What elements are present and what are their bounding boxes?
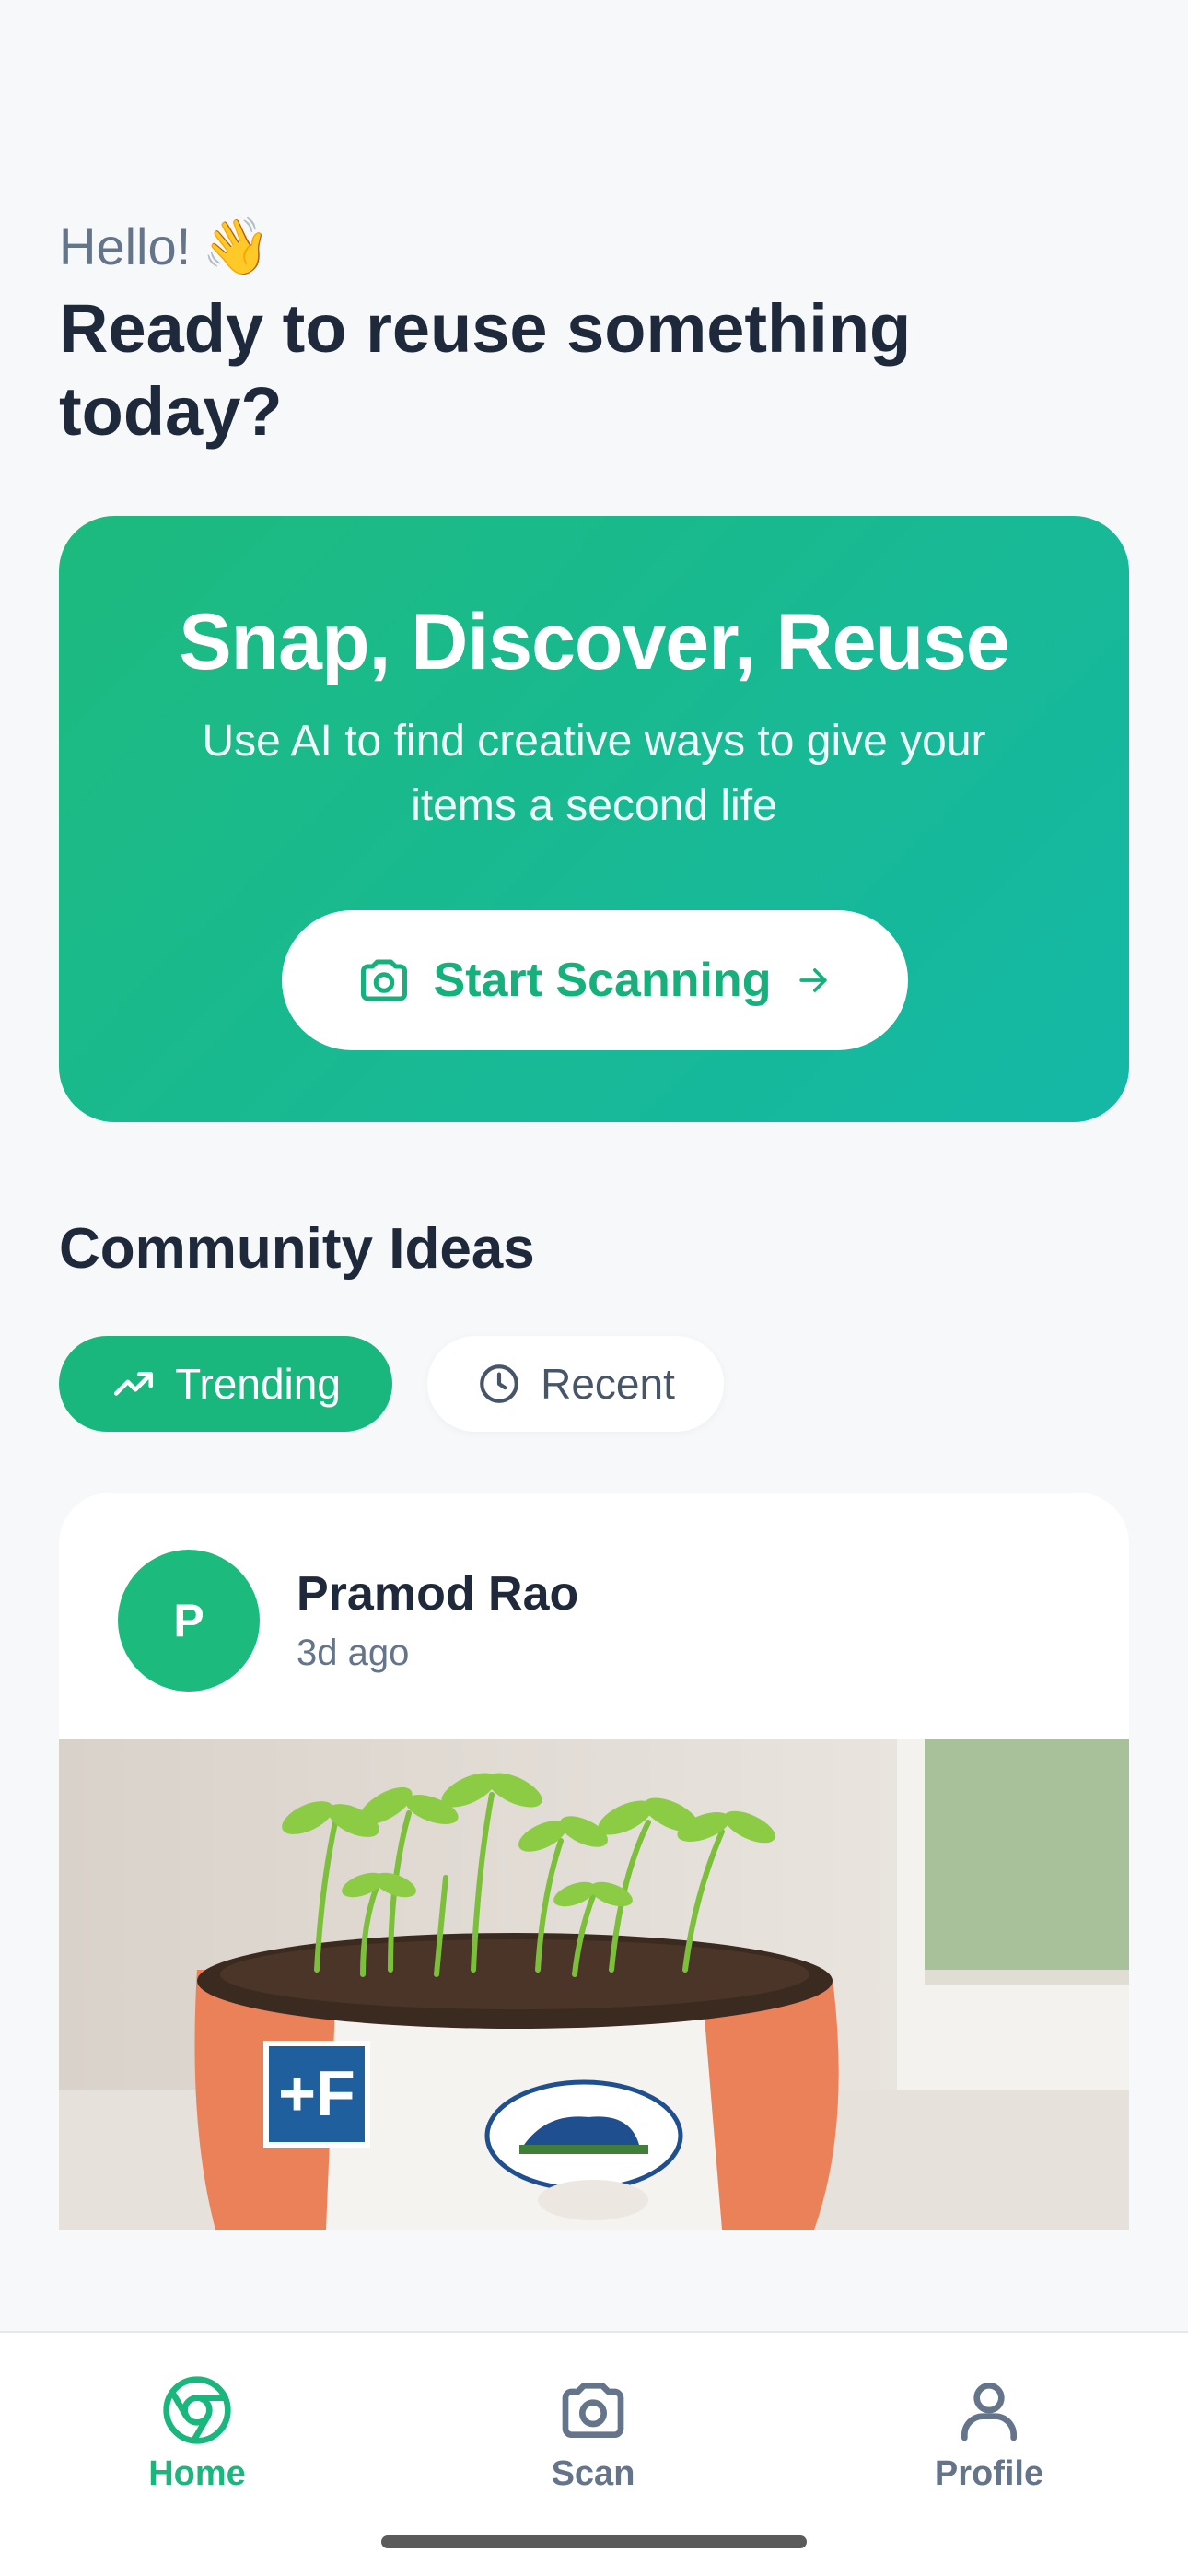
filter-recent[interactable]: Recent xyxy=(427,1336,724,1432)
camera-icon xyxy=(562,2383,624,2438)
hero-subtitle: Use AI to find creative ways to give you… xyxy=(202,717,986,830)
svg-text:+F: +F xyxy=(278,2057,355,2129)
hero-banner: Snap, Discover, Reuse Use AI to find cre… xyxy=(59,516,1129,1122)
filter-recent-label: Recent xyxy=(541,1360,675,1408)
greeting: Hello! 👋 xyxy=(59,214,271,279)
filter-trending-label: Trending xyxy=(175,1360,341,1408)
avatar[interactable]: P xyxy=(118,1550,260,1692)
filter-trending[interactable]: Trending xyxy=(59,1336,392,1432)
camera-icon xyxy=(360,959,407,1001)
home-circle-icon xyxy=(163,2376,231,2444)
tab-profile-label: Profile xyxy=(934,2454,1044,2493)
greeting-text: Hello! xyxy=(59,217,192,275)
clock-icon xyxy=(480,1364,518,1403)
community-post-card[interactable]: P Pramod Rao 3d ago +F xyxy=(59,1493,1129,2230)
tab-profile[interactable]: Profile xyxy=(851,2373,1127,2494)
tab-scan-label: Scan xyxy=(551,2454,635,2493)
post-timestamp: 3d ago xyxy=(297,1633,410,1673)
post-image[interactable]: +F xyxy=(59,1739,1129,2230)
start-scanning-label: Start Scanning xyxy=(433,954,772,1007)
hero-title: Snap, Discover, Reuse xyxy=(179,598,1010,686)
tab-home-label: Home xyxy=(148,2454,246,2493)
tab-scan[interactable]: Scan xyxy=(455,2373,731,2494)
page-headline: Ready to reuse something today? xyxy=(59,290,912,450)
user-icon xyxy=(961,2383,1017,2441)
waving-hand-icon: 👋 xyxy=(202,216,271,277)
post-author[interactable]: Pramod Rao xyxy=(297,1566,578,1622)
arrow-right-icon xyxy=(799,968,828,992)
tab-home[interactable]: Home xyxy=(59,2373,335,2494)
trending-up-icon xyxy=(114,1372,154,1396)
start-scanning-button[interactable]: Start Scanning xyxy=(282,910,908,1050)
home-indicator xyxy=(381,2535,807,2548)
community-ideas-title: Community Ideas xyxy=(59,1217,535,1281)
